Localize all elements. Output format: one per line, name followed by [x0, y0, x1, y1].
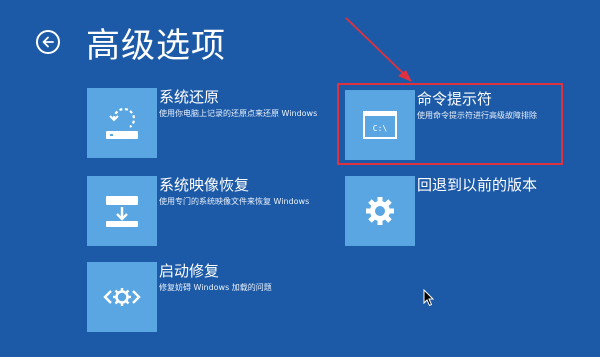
- system-restore-icon: [87, 88, 157, 158]
- tile-description: 使用专门的系统映像文件来恢复 Windows: [159, 197, 310, 206]
- back-arrow-icon: [42, 36, 54, 48]
- image-recovery-icon: [87, 176, 157, 246]
- back-button[interactable]: [36, 30, 60, 54]
- page-title: 高级选项: [86, 26, 226, 66]
- tile-title: 系统映像恢复: [159, 176, 250, 194]
- tile-description: 修复妨碍 Windows 加载的问题: [159, 283, 272, 292]
- mouse-cursor-icon: [423, 289, 435, 307]
- tile-title: 启动修复: [159, 262, 220, 280]
- tile-description: 使用你电脑上记录的还原点来还原 Windows: [159, 109, 318, 118]
- annotation-arrow-icon: [345, 17, 412, 82]
- gear-icon: [345, 176, 415, 246]
- highlight-box: [337, 83, 563, 165]
- tile-title: 回退到以前的版本: [417, 176, 538, 194]
- tile-title: 系统还原: [159, 88, 220, 106]
- startup-repair-icon: [87, 262, 157, 332]
